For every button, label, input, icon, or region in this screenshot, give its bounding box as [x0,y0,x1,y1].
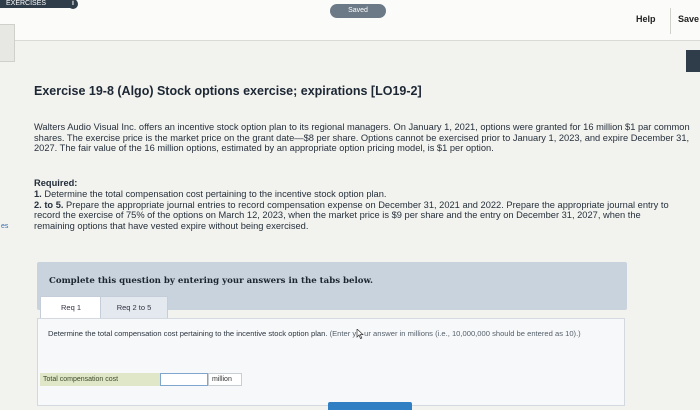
exercises-tab[interactable]: EXERCISES [0,0,76,8]
instructions-text: Complete this question by entering your … [49,276,374,286]
left-nav-panel[interactable] [0,24,15,62]
question-text: Determine the total compensation cost pe… [48,329,608,339]
save-button[interactable]: Save [678,14,699,24]
right-scroll-handle[interactable] [686,50,700,72]
exercise-description: Walters Audio Visual Inc. offers an ince… [34,122,690,154]
requirement-item: 2. to 5. Prepare the appropriate journal… [34,200,684,232]
exercise-title: Exercise 19-8 (Algo) Stock options exerc… [34,84,422,98]
tab-req-1[interactable]: Req 1 [40,296,102,320]
question-prompt: Determine the total compensation cost pe… [48,329,328,338]
requirement-item: 1. Determine the total compensation cost… [34,189,684,200]
question-hint: (Enter y ur answer in millions (i.e., 10,… [329,329,581,339]
next-button[interactable] [328,402,412,410]
requirement-number: 2. to 5. [34,199,64,210]
gutter-label[interactable]: es [1,223,8,230]
required-heading: Required: [34,178,78,188]
help-button[interactable]: Help [636,14,656,24]
tab-req-2-to-5[interactable]: Req 2 to 5 [100,296,168,320]
requirement-number: 1. [34,189,42,199]
requirement-text: Determine the total compensation cost pe… [44,189,387,199]
requirements-list: 1. Determine the total compensation cost… [34,189,684,231]
saved-status-badge: Saved [330,4,386,18]
total-compensation-label: Total compensation cost [40,373,160,386]
unit-label: million [208,373,242,386]
question-panel: Determine the total compensation cost pe… [37,318,625,406]
top-bar: EXERCISES i Saved Help Save [0,0,700,41]
mouse-cursor-icon [356,329,365,339]
info-icon[interactable]: i [68,0,78,9]
toolbar-divider [670,8,671,34]
requirement-text: Prepare the appropriate journal entries … [34,199,669,231]
total-compensation-input[interactable] [160,373,208,386]
